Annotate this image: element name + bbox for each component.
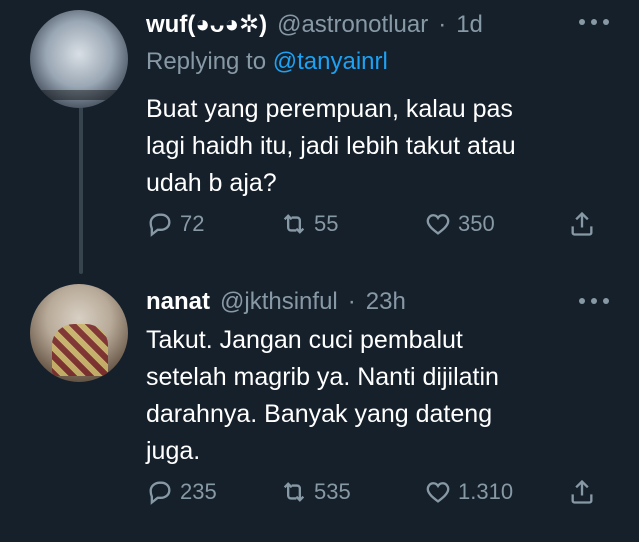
reply-icon [149, 213, 171, 237]
more-icon[interactable] [579, 16, 609, 28]
display-name[interactable]: wuf(◕ᴗ◕✲) [146, 10, 267, 39]
action-bar: 235 535 1.310 [146, 478, 606, 510]
share-icon [571, 479, 593, 504]
retweet-count: 535 [314, 479, 351, 504]
avatar[interactable] [30, 10, 128, 108]
timestamp[interactable]: 1d [456, 11, 483, 39]
like-icon [426, 482, 450, 503]
retweet-icon [283, 482, 305, 502]
like-icon [426, 214, 450, 235]
display-name[interactable]: nanat [146, 288, 210, 316]
separator: · [438, 11, 447, 38]
retweet-button[interactable]: 55 [280, 210, 338, 238]
tweet-text: Takut. Jangan cuci pembalut setelah magr… [146, 326, 499, 465]
share-button[interactable] [568, 210, 596, 238]
replying-to: Replying to @tanyainrl [146, 48, 388, 76]
avatar[interactable] [30, 284, 128, 382]
like-count: 350 [458, 211, 495, 236]
tweet-header: wuf(◕ᴗ◕✲) @astronotluar · 1d [146, 10, 483, 39]
user-handle[interactable]: @astronotluar [277, 11, 428, 39]
user-handle[interactable]: @jkthsinful [220, 288, 338, 316]
timestamp[interactable]: 23h [366, 288, 406, 316]
retweet-icon [283, 214, 305, 234]
reply-button[interactable]: 72 [146, 210, 204, 238]
tweet-header: nanat @jkthsinful · 23h [146, 288, 406, 316]
share-icon [571, 211, 593, 236]
separator: · [347, 288, 356, 315]
replying-to-link[interactable]: @tanyainrl [273, 48, 388, 75]
like-count: 1.310 [458, 479, 514, 504]
retweet-count: 55 [314, 211, 339, 236]
tweet-text: Buat yang perempuan, kalau pas lagi haid… [146, 95, 516, 197]
like-button[interactable]: 350 [424, 210, 495, 238]
reply-icon [149, 481, 171, 505]
like-button[interactable]: 1.310 [424, 478, 513, 506]
reply-count: 235 [180, 479, 217, 504]
more-icon[interactable] [579, 295, 609, 307]
replying-prefix: Replying to [146, 48, 267, 75]
retweet-button[interactable]: 535 [280, 478, 351, 506]
action-bar: 72 55 350 [146, 210, 606, 242]
reply-count: 72 [180, 211, 205, 236]
reply-button[interactable]: 235 [146, 478, 217, 506]
share-button[interactable] [568, 478, 596, 506]
